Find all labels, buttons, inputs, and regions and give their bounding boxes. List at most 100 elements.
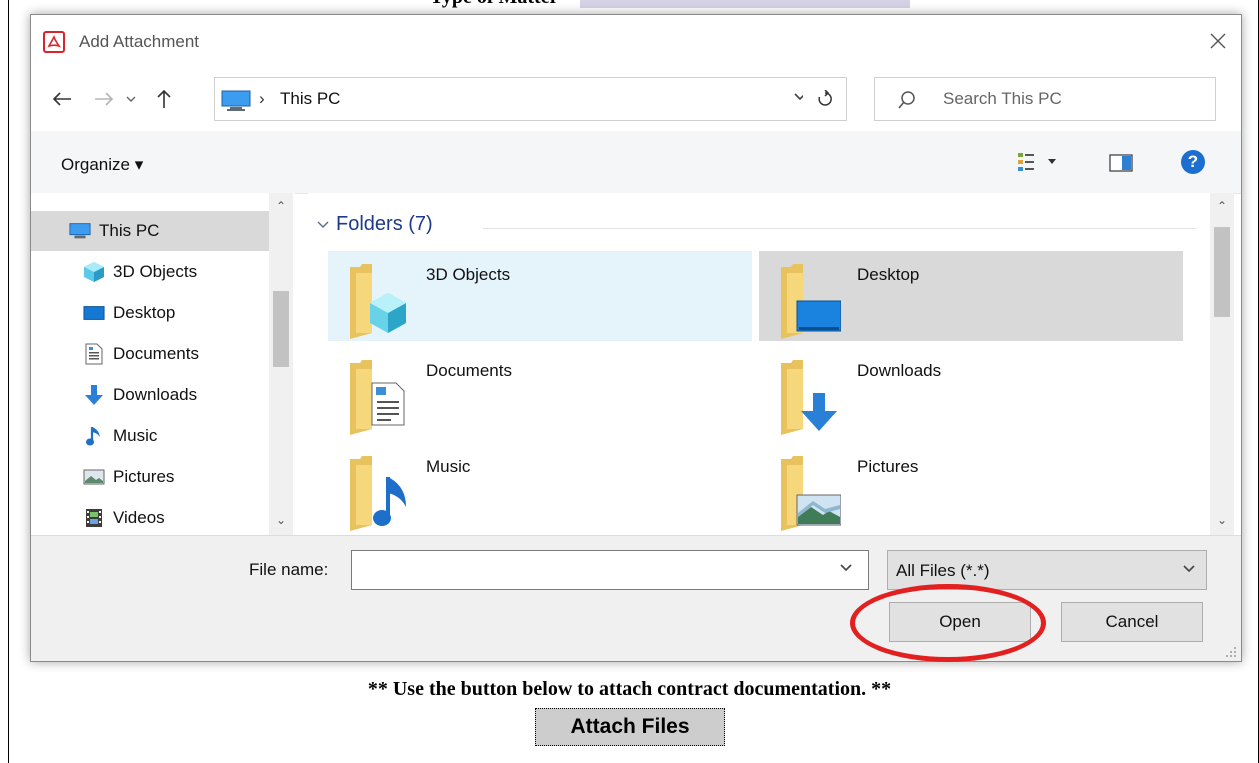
- folder-tile-documents[interactable]: Documents: [328, 347, 752, 437]
- open-button[interactable]: Open: [889, 602, 1031, 642]
- scrollbar-thumb[interactable]: [273, 291, 289, 367]
- sidebar-item-label: Pictures: [113, 467, 175, 486]
- film-icon: [83, 507, 105, 529]
- scroll-up-icon[interactable]: ⌃: [1215, 199, 1229, 213]
- back-arrow-icon: [52, 92, 71, 106]
- dialog-titlebar: Add Attachment: [31, 15, 1241, 71]
- document-icon: [83, 343, 105, 365]
- group-header-label: Folders (7): [336, 213, 433, 235]
- attach-instruction-note: ** Use the button below to attach contra…: [367, 678, 892, 700]
- up-arrow-icon: [157, 89, 171, 108]
- address-separator: ›: [259, 89, 265, 108]
- folders-group-header[interactable]: Folders (7): [316, 213, 433, 236]
- navigation-bar: › This PC Search This PC: [31, 71, 1241, 131]
- pc-icon: [69, 220, 91, 242]
- sidebar-item-pictures[interactable]: Pictures: [31, 457, 269, 497]
- add-attachment-dialog: Add Attachment › This PC Search This PC …: [30, 14, 1242, 662]
- downloads-folder-icon: [781, 360, 837, 435]
- refresh-icon: [817, 90, 832, 106]
- dialog-title: Add Attachment: [79, 32, 200, 51]
- refresh-button[interactable]: [803, 77, 847, 121]
- sidebar-item-label: Downloads: [113, 385, 198, 404]
- attach-files-button[interactable]: Attach Files: [535, 708, 725, 746]
- close-icon: [1210, 33, 1226, 49]
- navigation-pane: This PC 3D Objects Desktop Documents Dow…: [31, 193, 295, 535]
- folder-label: Downloads: [857, 361, 942, 380]
- page-top-text: Type of Matter: [430, 0, 558, 9]
- chevron-down-icon: [1183, 565, 1195, 573]
- music-note-icon: [83, 425, 105, 447]
- help-button[interactable]: ?: [1181, 150, 1205, 174]
- sidebar-item-label: Documents: [113, 344, 199, 363]
- command-bar: Organize ▾ ?: [31, 131, 1241, 194]
- scroll-down-icon[interactable]: ⌄: [274, 513, 288, 527]
- chevron-down-icon: [1048, 159, 1056, 164]
- page-top-field: [580, 0, 910, 8]
- recent-locations-button[interactable]: [121, 81, 141, 117]
- scrollbar-thumb[interactable]: [1214, 227, 1230, 317]
- sidebar-item-label: Desktop: [113, 303, 176, 322]
- forward-button[interactable]: [89, 81, 119, 117]
- nav-pane-scrollbar[interactable]: ⌃ ⌄: [269, 193, 293, 535]
- address-bar[interactable]: › This PC: [214, 77, 818, 121]
- view-details-icon: [1018, 153, 1034, 171]
- sidebar-item-label: This PC: [99, 221, 160, 240]
- folder-label: Documents: [426, 361, 512, 380]
- folder-label: Pictures: [857, 457, 919, 476]
- file-type-value: All Files (*.*): [896, 561, 990, 580]
- sidebar-item-downloads[interactable]: Downloads: [31, 375, 269, 415]
- group-divider: [483, 228, 1196, 229]
- back-button[interactable]: [47, 81, 77, 117]
- sidebar-item-music[interactable]: Music: [31, 416, 269, 456]
- search-placeholder: Search This PC: [943, 89, 1062, 108]
- download-arrow-icon: [83, 384, 105, 406]
- resize-grip-icon[interactable]: [1223, 644, 1237, 658]
- folder-tile-music[interactable]: Music: [328, 443, 752, 533]
- cube-icon: [83, 261, 105, 283]
- content-scrollbar[interactable]: ⌃ ⌄: [1210, 193, 1234, 535]
- organize-menu-button[interactable]: Organize ▾: [61, 155, 143, 175]
- file-type-select[interactable]: All Files (*.*): [887, 550, 1207, 590]
- file-name-input[interactable]: [351, 550, 869, 590]
- address-location: This PC: [280, 89, 341, 108]
- picture-icon: [83, 466, 105, 488]
- folder-tile-pictures[interactable]: Pictures: [759, 443, 1183, 533]
- chevron-down-icon[interactable]: [839, 563, 853, 573]
- sidebar-item-videos[interactable]: Videos: [31, 498, 269, 538]
- chevron-down-icon: [126, 96, 136, 102]
- search-box[interactable]: Search This PC: [874, 77, 1216, 121]
- 3d-objects-folder-icon: [350, 264, 406, 339]
- help-icon: ?: [1187, 152, 1199, 171]
- up-button[interactable]: [149, 81, 179, 117]
- folder-label: 3D Objects: [426, 265, 511, 284]
- documents-folder-icon: [350, 360, 405, 435]
- chevron-down-icon: [317, 221, 329, 228]
- sidebar-item-this-pc[interactable]: This PC: [31, 211, 269, 251]
- scroll-up-icon[interactable]: ⌃: [274, 199, 288, 213]
- scroll-down-icon[interactable]: ⌄: [1215, 513, 1229, 527]
- sidebar-item-3d-objects[interactable]: 3D Objects: [31, 252, 269, 292]
- forward-arrow-icon: [95, 92, 114, 106]
- pc-icon: [221, 90, 251, 111]
- desktop-folder-icon: [781, 264, 841, 339]
- folder-label: Music: [426, 457, 471, 476]
- search-icon: [898, 91, 915, 109]
- sidebar-item-label: Videos: [113, 508, 165, 527]
- dialog-bottom-bar: File name: All Files (*.*) Open Cancel: [31, 535, 1241, 661]
- cancel-button[interactable]: Cancel: [1061, 602, 1203, 642]
- sidebar-item-label: Music: [113, 426, 158, 445]
- pictures-folder-icon: [781, 456, 841, 531]
- folder-tile-desktop[interactable]: Desktop: [759, 251, 1183, 341]
- close-button[interactable]: [1195, 21, 1241, 61]
- change-view-button[interactable]: [1017, 149, 1057, 175]
- sidebar-item-desktop[interactable]: Desktop: [31, 293, 269, 333]
- pdf-app-icon: [43, 31, 65, 53]
- folder-label: Desktop: [857, 265, 920, 284]
- sidebar-item-label: 3D Objects: [113, 262, 198, 281]
- music-folder-icon: [350, 456, 406, 531]
- sidebar-item-documents[interactable]: Documents: [31, 334, 269, 374]
- folder-content-view: Folders (7) 3D Objects Desktop Documents…: [308, 193, 1210, 535]
- preview-pane-icon[interactable]: [1109, 154, 1133, 172]
- folder-tile-3d-objects[interactable]: 3D Objects: [328, 251, 752, 341]
- folder-tile-downloads[interactable]: Downloads: [759, 347, 1183, 437]
